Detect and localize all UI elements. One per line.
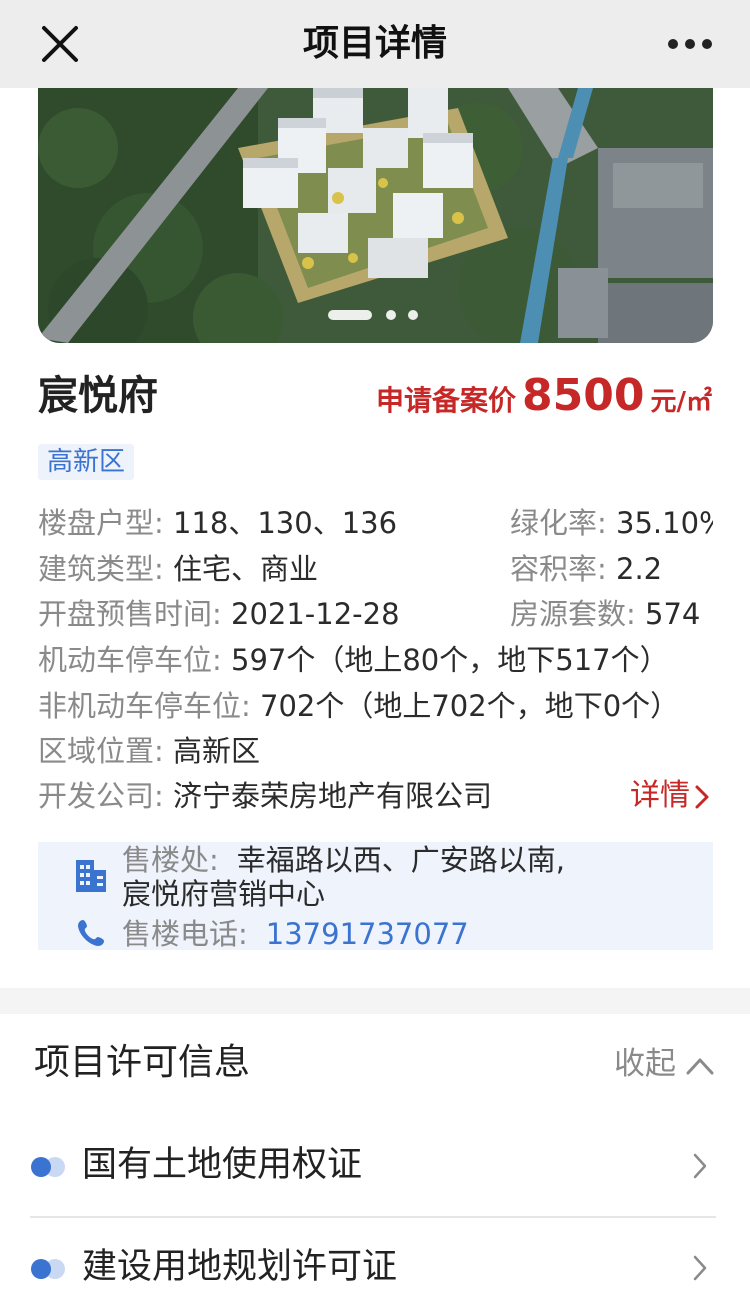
building-type-label: 建筑类型: [38,552,164,586]
district-tag: 高新区 [38,444,135,480]
nonmotor-parking-value: 702个（地上702个，地下0个） [260,689,680,723]
permit-item[interactable]: 国有土地使用权证 [30,1116,716,1216]
plot-ratio-value: 2.2 [616,552,663,586]
sales-office-address-line2: 宸悦府营销中心 [122,877,326,911]
location-label: 区域位置: [38,734,164,768]
more-dots-icon[interactable] [666,34,714,54]
greening-label: 绿化率: [510,506,607,540]
developer-detail-link[interactable]: 详情 [630,776,710,816]
presale-time-row: 开盘预售时间: 2021-12-28 [38,594,400,634]
carousel-dot-active[interactable] [328,310,372,320]
units-count-row: 房源套数: 574 [510,594,713,634]
plot-ratio-row: 容积率: 2.2 [510,549,713,589]
developer-value: 济宁泰荣房地产有限公司 [173,779,493,813]
permits-section-title: 项目许可信息 [34,1042,251,1083]
sales-phone-row: 售楼电话: 13791737077 [122,916,469,952]
motor-parking-row: 机动车停车位: 597个（地上80个，地下517个） [38,640,713,680]
chevron-right-icon [692,1254,708,1286]
bullet-dots-icon [30,1156,68,1178]
plot-ratio-label: 容积率: [510,552,607,586]
nonmotor-parking-row: 非机动车停车位: 702个（地上702个，地下0个） [38,686,713,726]
price-block: 申请备案价 8500 元/㎡ [376,370,712,431]
location-value: 高新区 [173,734,261,768]
building-type-value: 住宅、商业 [173,552,319,586]
units-count-label: 房源套数: [510,597,636,631]
page-title: 项目详情 [302,23,447,64]
permit-item-label: 国有土地使用权证 [82,1145,363,1185]
sales-phone-number[interactable]: 13791737077 [266,917,469,951]
permit-item[interactable]: 建设用地规划许可证 [30,1218,716,1306]
bullet-dots-icon [30,1258,68,1280]
project-name: 宸悦府 [38,373,158,419]
price-unit: 元/㎡ [650,387,713,417]
nonmotor-parking-label: 非机动车停车位: [38,689,251,723]
collapse-label: 收起 [614,1046,676,1082]
price-label: 申请备案价 [376,384,517,417]
building-icon [74,858,108,898]
sales-office-address-line1: 幸福路以西、广安路以南, [236,843,565,877]
building-type-row: 建筑类型: 住宅、商业 [38,549,318,589]
presale-time-label: 开盘预售时间: [38,597,222,631]
developer-label: 开发公司: [38,779,164,813]
chevron-up-icon [686,1058,714,1074]
greening-row: 绿化率: 35.10% [510,503,713,543]
phone-icon [76,918,106,952]
developer-detail-label: 详情 [630,778,690,813]
greening-value: 35.10% [616,506,713,540]
house-types-value: 118、130、136 [173,506,398,540]
chevron-right-icon [692,1152,708,1184]
carousel-indicator [328,307,428,321]
nav-bar: 项目详情 [0,0,750,88]
motor-parking-label: 机动车停车位: [38,643,222,677]
aerial-rendering-image [38,88,713,343]
sales-phone-label: 售楼电话: [122,917,248,951]
location-row: 区域位置: 高新区 [38,731,260,771]
developer-row: 开发公司: 济宁泰荣房地产有限公司 [38,776,492,816]
motor-parking-value: 597个（地上80个，地下517个） [231,643,669,677]
project-image-carousel[interactable] [38,88,713,343]
presale-time-value: 2021-12-28 [231,597,400,631]
house-types-label: 楼盘户型: [38,506,164,540]
units-count-value: 574 [645,597,701,631]
permit-item-label: 建设用地规划许可证 [82,1247,398,1287]
sales-office-label: 售楼处: [122,843,219,877]
sales-office-row: 售楼处: 幸福路以西、广安路以南, [122,842,565,878]
chevron-right-icon [695,785,709,808]
sales-info-box: 售楼处: 幸福路以西、广安路以南, 宸悦府营销中心 售楼电话: 1379173707… [38,842,713,952]
section-divider [0,988,750,1014]
carousel-dot[interactable] [386,310,396,320]
carousel-dot[interactable] [408,310,418,320]
house-types-row: 楼盘户型: 118、130、136 [38,503,397,543]
collapse-button[interactable]: 收起 [614,1042,714,1086]
price-value: 8500 [522,370,645,421]
